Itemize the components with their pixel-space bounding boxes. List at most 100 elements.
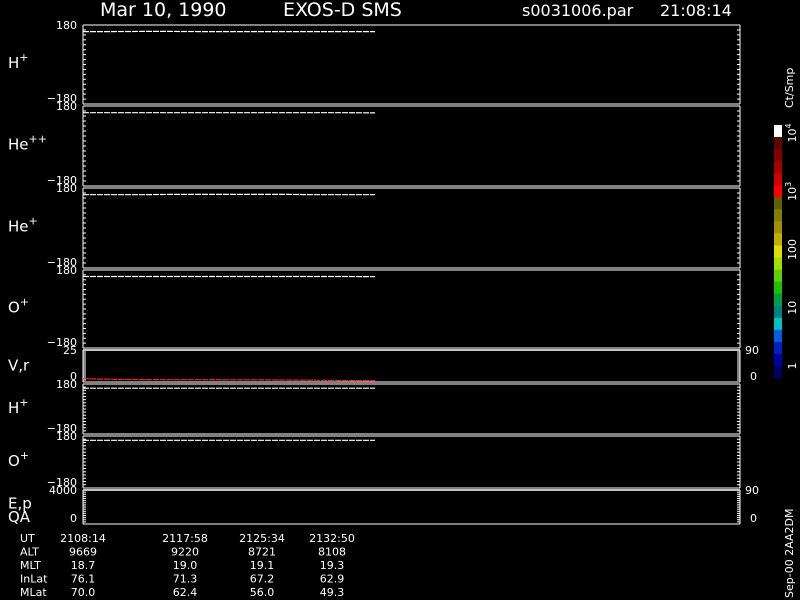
footer-stamp: Sep-00 2AA2DM — [783, 508, 796, 598]
colorbar-tick-label: 100 — [786, 239, 799, 260]
colorbar-swatch — [774, 269, 782, 283]
orbit-row-value: 62.4 — [173, 586, 198, 599]
y-tick-top: 4000 — [49, 484, 77, 497]
colorbar-tick-label: 103 — [784, 182, 799, 201]
panel-label: H+ — [8, 51, 29, 72]
colorbar-unit: Ct/Smp — [783, 68, 796, 108]
orbit-row-value: 9669 — [69, 546, 97, 559]
panel-2: 180−180He++ — [8, 100, 741, 187]
colorbar-swatch — [774, 257, 782, 270]
orbit-row-name: UT — [20, 532, 35, 545]
panels: 180−180H+180−180He++180−180He+180−180O+2… — [8, 19, 759, 526]
colorbar-swatch — [774, 366, 782, 379]
orbit-row-value: 56.0 — [250, 586, 275, 599]
colorbar-swatch — [774, 245, 782, 258]
orbit-row-value: 2108:14 — [60, 532, 106, 545]
date-text: Mar 10, 1990 — [100, 0, 227, 21]
panel-3: 180−180He+ — [8, 182, 741, 269]
right-tick-top: 90 — [745, 484, 759, 497]
panel-6: 180−180H+ — [8, 378, 741, 435]
panel-8: 40000900E,pQA — [8, 484, 759, 526]
orbit-row-name: MLT — [20, 559, 41, 572]
colorbar-swatch — [774, 161, 782, 174]
orbit-row-value: 49.3 — [320, 586, 345, 599]
time-text: 21:08:14 — [660, 1, 732, 20]
colorbar-tick-exponent: 4 — [784, 123, 793, 128]
right-tick-top: 90 — [745, 344, 759, 357]
colorbar: Ct/Smp 1 10 100 103 104 — [774, 68, 799, 379]
panel-1: 180−180H+ — [8, 19, 741, 105]
y-tick-top: 180 — [56, 100, 77, 113]
y-tick-top: 180 — [56, 378, 77, 391]
plot-header: Mar 10, 1990 EXOS-D SMS s0031006.par 21:… — [100, 0, 732, 21]
panel-label: O+ — [8, 449, 29, 470]
panel-label: H+ — [8, 396, 29, 417]
orbit-row-name: InLat — [20, 573, 48, 586]
panel-label-superscript: + — [20, 295, 29, 308]
orbit-row-value: 2125:34 — [239, 532, 285, 545]
colorbar-swatch — [774, 293, 782, 307]
colorbar-swatch — [774, 317, 782, 331]
y-tick-top: 180 — [56, 182, 77, 195]
panel-label-superscript: + — [19, 396, 28, 409]
right-tick-bottom: 0 — [750, 512, 757, 525]
orbit-row-value: 19.0 — [173, 559, 198, 572]
colorbar-swatch — [774, 341, 782, 355]
colorbar-swatch — [774, 185, 782, 198]
orbit-row-value: 9220 — [171, 546, 199, 559]
orbit-row-value: 19.3 — [320, 559, 345, 572]
orbit-row-value: 19.1 — [250, 559, 275, 572]
orbit-row-name: ALT — [20, 546, 39, 559]
panel-label-superscript: + — [20, 449, 29, 462]
y-tick-top: 180 — [56, 430, 77, 443]
colorbar-swatch — [774, 305, 782, 319]
colorbar-swatch — [774, 125, 782, 138]
right-tick-bottom: 0 — [750, 370, 757, 383]
orbit-table: UT 2108:14 2117:58 2125:34 2132:50 ALT 9669 922… — [20, 532, 355, 599]
panel-label-superscript: ++ — [29, 132, 47, 145]
panel-label-superscript: + — [29, 214, 38, 227]
file-text: s0031006.par — [522, 1, 634, 20]
orbit-row-value: 62.9 — [320, 573, 345, 586]
orbit-row-value: 71.3 — [173, 573, 198, 586]
orbit-row-name: MLat — [20, 586, 47, 599]
series-line — [82, 378, 376, 382]
sms-survey-plot: Mar 10, 1990 EXOS-D SMS s0031006.par 21:… — [8, 0, 799, 599]
colorbar-swatch — [774, 197, 782, 210]
orbit-row-value: 2132:50 — [309, 532, 355, 545]
panel-label: He+ — [8, 214, 38, 235]
panel-7: 180−180O+ — [8, 430, 741, 489]
colorbar-swatch — [774, 137, 782, 150]
colorbar-swatch — [774, 209, 782, 222]
colorbar-swatch — [774, 173, 782, 186]
panel-label-2: QA — [8, 508, 31, 526]
colorbar-tick-label: 104 — [784, 123, 799, 142]
orbit-row-value: 76.1 — [71, 573, 96, 586]
panel-5: 250900V,r — [8, 344, 759, 383]
y-tick-top: 25 — [63, 344, 77, 357]
colorbar-tick-exponent: 3 — [784, 182, 793, 187]
y-tick-top: 180 — [56, 19, 77, 32]
panel-label: He++ — [8, 132, 47, 153]
colorbar-swatch — [774, 353, 782, 367]
orbit-row-value: 18.7 — [71, 559, 96, 572]
panel-4: 180−180O+ — [8, 264, 741, 349]
panel-label: V,r — [8, 356, 30, 374]
orbit-row-value: 2117:58 — [162, 532, 208, 545]
colorbar-swatch — [774, 233, 782, 246]
colorbar-swatch — [774, 329, 782, 343]
colorbar-tick-label: 1 — [786, 363, 799, 370]
y-tick-bottom: 0 — [70, 512, 77, 525]
mission-text: EXOS-D SMS — [283, 0, 402, 21]
orbit-row-value: 8721 — [248, 546, 276, 559]
panel-label-superscript: + — [19, 51, 28, 64]
colorbar-swatch — [774, 221, 782, 234]
colorbar-swatch — [774, 281, 782, 295]
orbit-row-value: 67.2 — [250, 573, 275, 586]
orbit-row-value: 8108 — [318, 546, 346, 559]
colorbar-tick-label: 10 — [786, 301, 799, 315]
panel-label: O+ — [8, 295, 29, 316]
y-tick-top: 180 — [56, 264, 77, 277]
colorbar-swatch — [774, 149, 782, 162]
orbit-row-value: 70.0 — [71, 586, 96, 599]
